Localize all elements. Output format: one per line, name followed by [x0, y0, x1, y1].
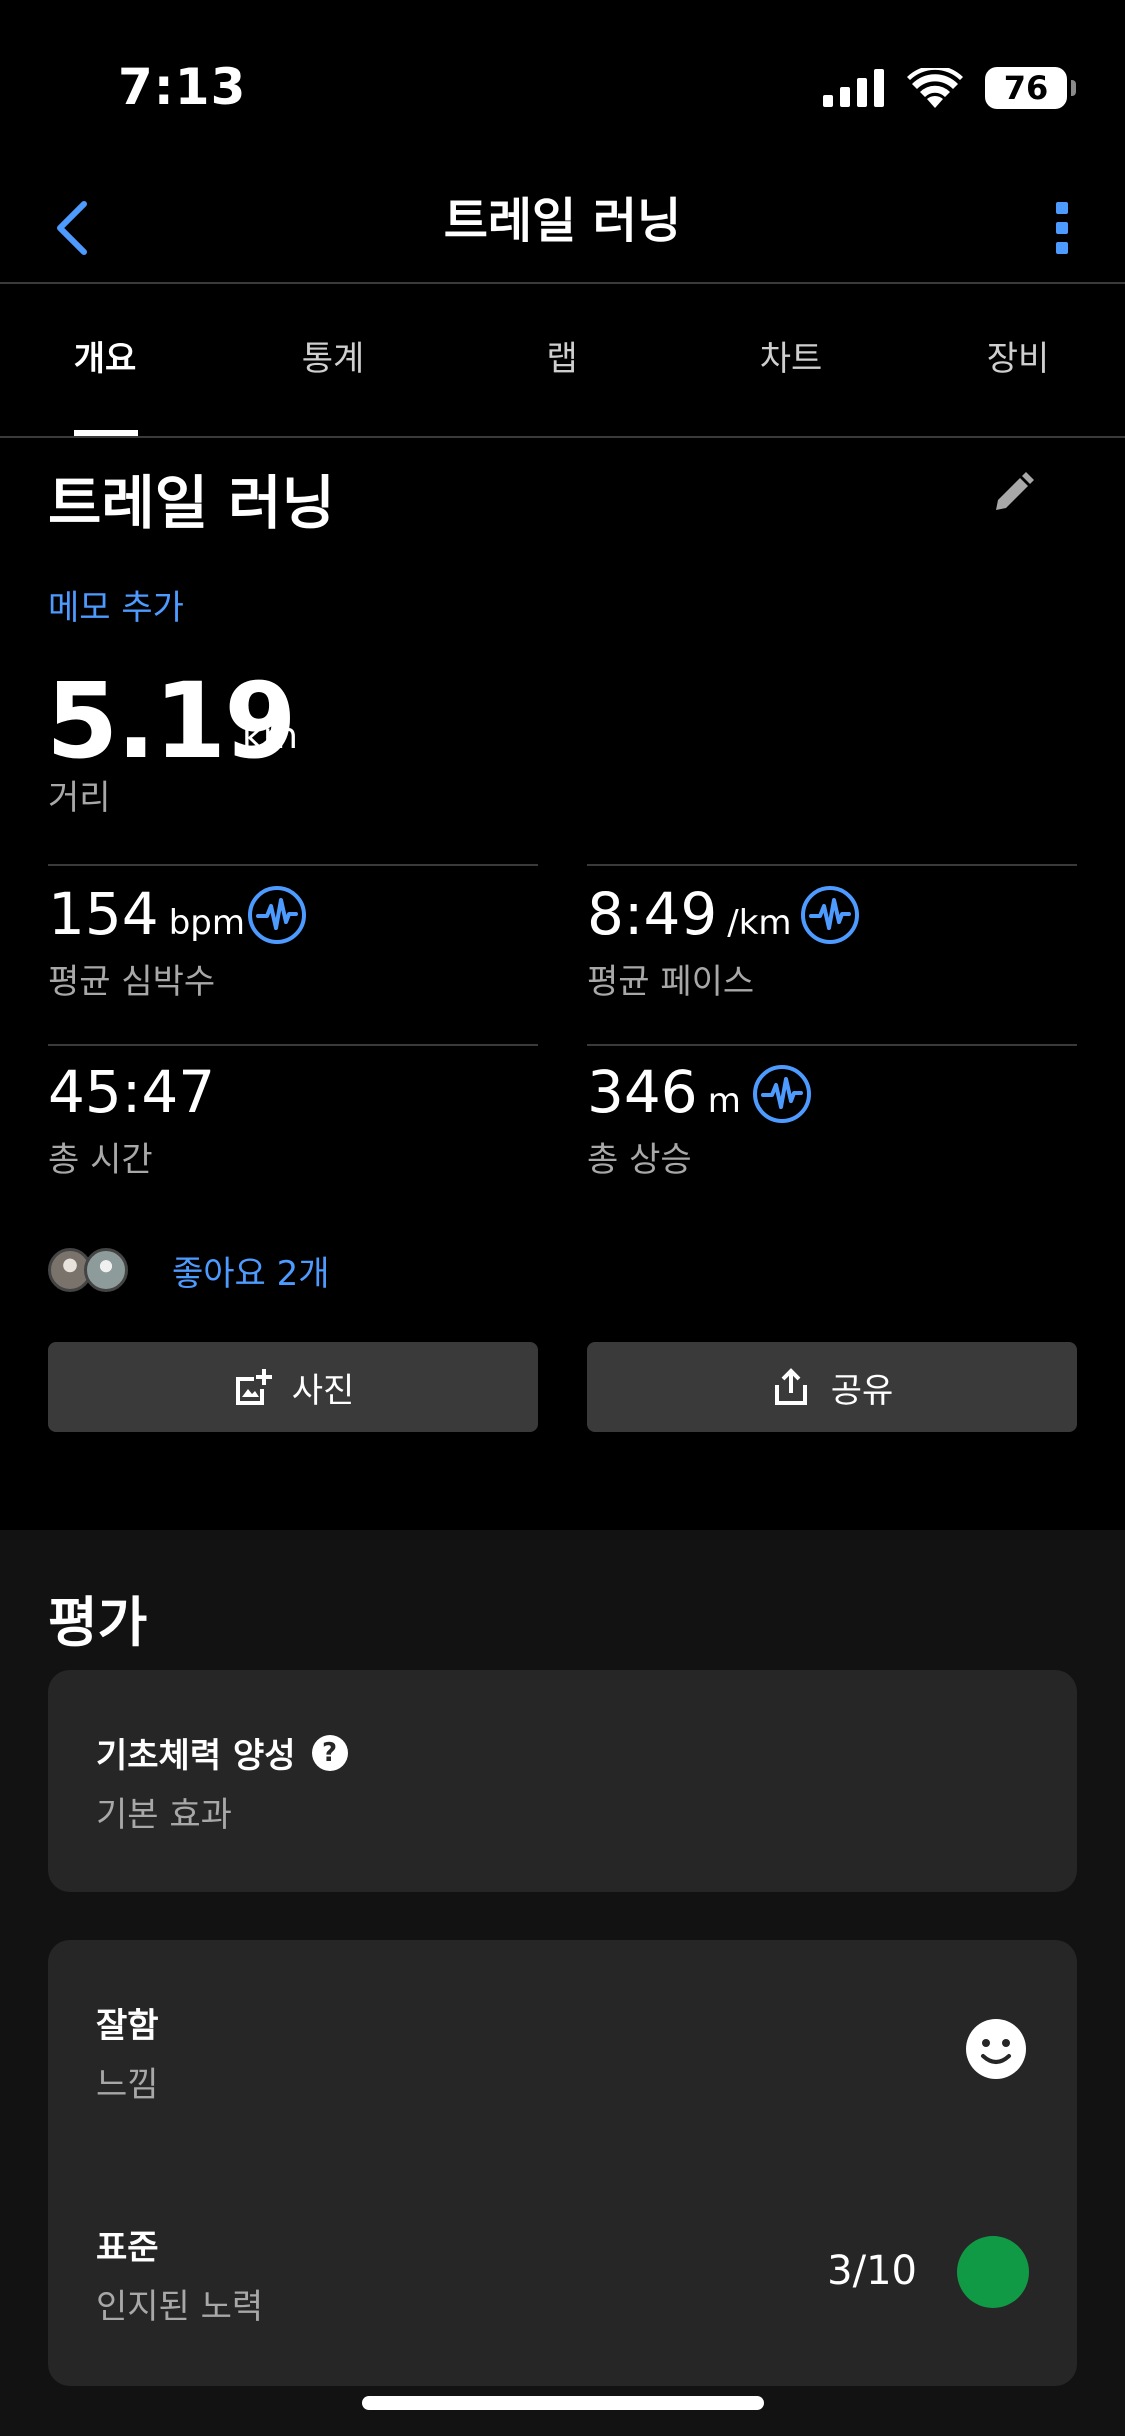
stat-avg-heart-rate: 154 bpm 평균 심박수: [48, 880, 245, 1003]
avatar: [84, 1248, 128, 1292]
home-indicator[interactable]: [362, 2396, 764, 2410]
feel-row: 잘함 느낌: [96, 1998, 1056, 2106]
heart-rate-icon[interactable]: [246, 884, 308, 946]
photo-button[interactable]: 사진: [48, 1342, 538, 1432]
add-photo-icon: [235, 1369, 272, 1405]
heart-rate-icon[interactable]: [799, 884, 861, 946]
stat-total-time: 45:47 총 시간: [48, 1058, 215, 1181]
edit-title-button[interactable]: [986, 468, 1038, 520]
activity-title: 트레일 러닝: [48, 469, 335, 537]
battery-icon: 76: [985, 67, 1076, 109]
stat-unit: bpm: [168, 903, 246, 943]
feel-effort-card[interactable]: 잘함 느낌 표준 인지된 노력 3/10: [48, 1940, 1077, 2386]
more-vertical-icon: [1056, 202, 1068, 214]
more-options-button[interactable]: [1027, 188, 1097, 268]
tab-overview[interactable]: 개요: [40, 286, 170, 436]
divider: [48, 1044, 538, 1046]
smiley-icon: [966, 2019, 1026, 2079]
distance-label: 거리: [48, 778, 111, 818]
photo-button-label: 사진: [291, 1370, 355, 1411]
tab-gear[interactable]: 장비: [953, 286, 1083, 436]
evaluation-section: 평가 기초체력 양성 ? 기본 효과 잘함 느낌 표준 인지된 노력 3/10: [0, 1530, 1125, 2436]
effort-value: 3/10: [827, 2248, 917, 2294]
likes-count[interactable]: 좋아요 2개: [172, 1246, 330, 1295]
evaluation-heading: 평가: [48, 1591, 148, 1654]
share-icon: [774, 1368, 807, 1405]
help-icon[interactable]: ?: [311, 1734, 348, 1771]
share-button-label: 공유: [830, 1370, 894, 1411]
tab-bar: 개요 통계 랩 차트 장비: [0, 286, 1125, 438]
divider: [48, 864, 538, 866]
stat-label: 총 상승: [587, 1140, 692, 1180]
nav-bar: 트레일 러닝: [0, 180, 1125, 284]
stat-value: 154: [48, 880, 159, 948]
status-time: 7:13: [118, 58, 247, 116]
heart-rate-icon[interactable]: [751, 1063, 813, 1125]
nav-title: 트레일 러닝: [443, 193, 682, 249]
stat-label: 평균 심박수: [48, 962, 216, 1002]
add-memo-link[interactable]: 메모 추가: [48, 580, 184, 629]
active-tab-indicator: [74, 430, 138, 436]
tab-stats[interactable]: 통계: [268, 286, 398, 436]
training-effect-subtitle: 기본 효과: [96, 1795, 232, 1835]
training-effect-title: 기초체력 양성: [96, 1736, 296, 1776]
stat-avg-pace: 8:49 /km 평균 페이스: [587, 880, 792, 1003]
stat-total-ascent: 346 m 총 상승: [587, 1058, 741, 1181]
tab-laps[interactable]: 랩: [497, 286, 627, 436]
pencil-icon: [996, 472, 1034, 510]
stat-value: 45:47: [48, 1058, 216, 1126]
stat-value: 8:49: [587, 880, 718, 948]
likes-row[interactable]: 좋아요 2개: [48, 1244, 330, 1296]
divider: [587, 1044, 1077, 1046]
cellular-signal-icon: [823, 69, 884, 107]
share-button[interactable]: 공유: [587, 1342, 1077, 1432]
feel-title: 잘함: [96, 2006, 159, 2046]
stat-unit: m: [707, 1081, 741, 1121]
tab-charts[interactable]: 차트: [726, 286, 856, 436]
feel-subtitle: 느낌: [96, 2065, 159, 2105]
distance-unit: km: [242, 716, 298, 757]
training-effect-card[interactable]: 기초체력 양성 ? 기본 효과: [48, 1670, 1077, 1892]
stat-label: 평균 페이스: [587, 962, 755, 1002]
status-icons: 76: [823, 64, 1076, 112]
status-bar: 7:13 76: [0, 0, 1125, 180]
effort-level-indicator: [957, 2236, 1029, 2308]
divider: [587, 864, 1077, 866]
stat-unit: /km: [727, 903, 792, 943]
stat-label: 총 시간: [48, 1140, 153, 1180]
wifi-icon: [907, 68, 963, 108]
stat-value: 346: [587, 1058, 698, 1126]
